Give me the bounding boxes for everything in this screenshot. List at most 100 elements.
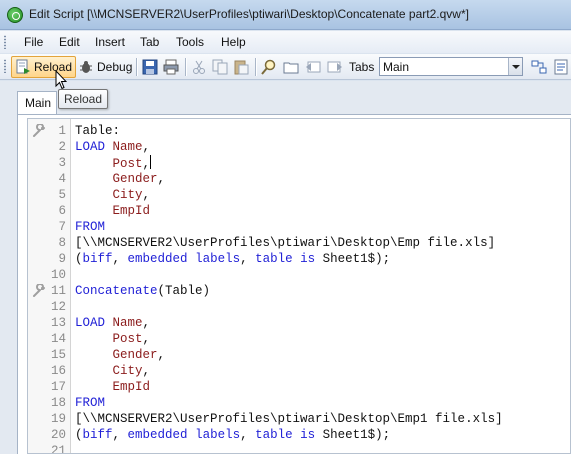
code-line[interactable]: 6 EmpId [28, 203, 570, 219]
code-token: [\\MCNSERVER2\UserProfiles\ptiwari\Deskt… [75, 412, 503, 426]
code-text: (biff, embedded labels, table is Sheet1$… [75, 251, 390, 267]
paste-icon[interactable] [233, 59, 249, 75]
code-keyword: is [300, 252, 316, 266]
code-line[interactable]: 11 Concatenate(Table) [28, 283, 570, 299]
chevron-down-icon[interactable] [508, 58, 522, 75]
line-number: 20 [50, 428, 66, 442]
code-field: Gender [112, 348, 158, 362]
menu-insert[interactable]: Insert [95, 35, 125, 49]
code-line[interactable]: 2 LOAD Name, [28, 139, 570, 155]
search-icon[interactable] [261, 59, 277, 75]
code-token: ( [75, 428, 83, 442]
code-field: EmpId [112, 204, 151, 218]
tabs-dropdown[interactable]: Main [379, 57, 523, 76]
menu-tools[interactable]: Tools [176, 35, 204, 49]
code-line[interactable]: 9 (biff, embedded labels, table is Sheet1… [28, 251, 570, 267]
code-line[interactable]: 15 Gender, [28, 347, 570, 363]
code-line[interactable]: 17 EmpId [28, 379, 570, 395]
tabs-dropdown-value: Main [383, 60, 410, 74]
tab-right-icon[interactable] [327, 59, 343, 75]
code-keyword: labels [195, 252, 241, 266]
menu-grip-handle[interactable] [3, 35, 7, 49]
code-line[interactable]: 1 Table: [28, 123, 570, 139]
code-keyword: is [300, 428, 316, 442]
code-line[interactable]: 20 (biff, embedded labels, table is Sheet… [28, 427, 570, 443]
line-number: 18 [50, 396, 66, 410]
code-keyword: FROM [75, 396, 106, 410]
code-line[interactable]: 18 FROM [28, 395, 570, 411]
folder-icon[interactable] [283, 59, 299, 75]
code-line[interactable]: 7 FROM [28, 219, 570, 235]
code-keyword: LOAD [75, 140, 106, 154]
reload-tooltip: Reload [58, 89, 109, 109]
line-number: 19 [50, 412, 66, 426]
code-keyword: LOAD [75, 316, 106, 330]
code-line[interactable]: 14 Post, [28, 331, 570, 347]
code-line[interactable]: 19 [\\MCNSERVER2\UserProfiles\ptiwari\Des… [28, 411, 570, 427]
menu-help[interactable]: Help [221, 35, 246, 49]
code-text: Gender, [75, 171, 166, 187]
code-token: , [240, 428, 256, 442]
code-line[interactable]: 10 [28, 267, 570, 283]
code-token: , [112, 428, 128, 442]
bug-icon [80, 61, 92, 73]
wrench-icon [33, 124, 45, 137]
code-line[interactable]: 5 City, [28, 187, 570, 203]
toolbar-grip-handle[interactable] [3, 59, 7, 73]
toolbar-separator [255, 58, 256, 76]
script-icon[interactable] [553, 59, 569, 75]
code-text: Gender, [75, 347, 166, 363]
code-line[interactable]: 3 Post, [28, 155, 570, 171]
debug-label: Debug [97, 60, 133, 74]
menu-file[interactable]: File [24, 35, 43, 49]
print-icon[interactable] [163, 59, 179, 75]
code-field: EmpId [112, 380, 151, 394]
code-line[interactable]: 13 LOAD Name, [28, 315, 570, 331]
code-line[interactable]: 4 Gender, [28, 171, 570, 187]
code-field: City [112, 364, 143, 378]
code-text: FROM [75, 395, 105, 411]
line-number: 15 [50, 348, 66, 362]
code-keyword: embedded [127, 252, 188, 266]
menu-tab[interactable]: Tab [140, 35, 159, 49]
save-icon[interactable] [142, 59, 158, 75]
debug-button[interactable]: Debug [75, 56, 135, 78]
code-line[interactable]: 21 [28, 443, 570, 454]
code-line[interactable]: 12 [28, 299, 570, 315]
code-keyword: labels [195, 428, 241, 442]
code-keyword: FROM [75, 220, 106, 234]
code-text: (biff, embedded labels, table is Sheet1$… [75, 427, 390, 443]
code-token: Table: [75, 124, 121, 138]
line-number: 13 [50, 316, 66, 330]
code-token: Sheet1$); [315, 428, 391, 442]
code-keyword: embedded [127, 428, 188, 442]
copy-icon[interactable] [212, 59, 228, 75]
code-token: , [142, 364, 151, 378]
table-wizard-icon[interactable] [531, 59, 547, 75]
code-text: Post, [75, 331, 151, 347]
script-editor[interactable]: 1 Table: 2 LOAD Name, 3 Post, 4 Gender, 5 City… [27, 118, 571, 454]
code-keyword: table [255, 252, 293, 266]
code-token: , [142, 332, 151, 346]
line-number: 5 [58, 188, 66, 202]
code-line[interactable]: 16 City, [28, 363, 570, 379]
line-number: 14 [50, 332, 66, 346]
code-text: Concatenate(Table) [75, 283, 210, 299]
cut-icon[interactable] [191, 59, 207, 75]
menu-edit[interactable]: Edit [59, 35, 80, 49]
tab-main[interactable]: Main [17, 91, 57, 115]
line-number: 2 [58, 140, 66, 154]
line-number: 12 [50, 300, 66, 314]
tab-left-icon[interactable] [305, 59, 321, 75]
code-text: LOAD Name, [75, 139, 150, 155]
code-token: , [142, 157, 151, 171]
line-number: 21 [50, 444, 66, 454]
code-line[interactable]: 8 [\\MCNSERVER2\UserProfiles\ptiwari\Desk… [28, 235, 570, 251]
